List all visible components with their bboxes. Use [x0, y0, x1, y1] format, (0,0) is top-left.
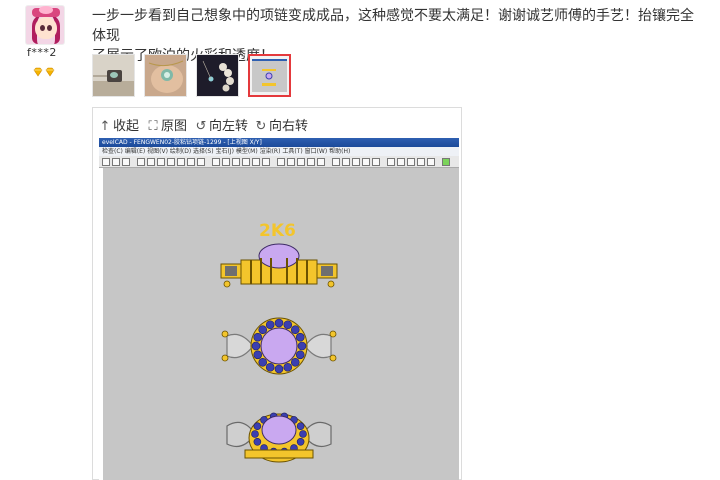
halo-stone	[295, 332, 305, 342]
cad-tool-icon	[212, 158, 220, 166]
thumbnail-image-1	[93, 55, 134, 96]
rotate-left-button[interactable]: ↺ 向左转	[195, 115, 248, 134]
cad-tool-icon	[427, 158, 435, 166]
cad-tool-icon	[262, 158, 270, 166]
cad-tool-icon	[387, 158, 395, 166]
cad-tool-icon	[157, 158, 165, 166]
viewer-toolbar: ↑ 收起 ⛶ 原图 ↺ 向左转 ↻ 向右转	[93, 108, 461, 136]
cad-tool-icon	[232, 158, 240, 166]
cad-tool-icon	[372, 158, 380, 166]
collapse-label: 收起	[113, 119, 140, 134]
cad-tool-icon	[417, 158, 425, 166]
cad-tool-icon	[332, 158, 340, 166]
diamond-level-icon	[45, 67, 55, 77]
cad-tool-icon	[297, 158, 305, 166]
thumbnail-image-2	[145, 55, 186, 96]
cad-tool-icon	[167, 158, 175, 166]
rotate-left-label: 向左转	[209, 119, 249, 134]
top-view-model	[221, 317, 337, 375]
collapse-button[interactable]: ↑ 收起	[99, 115, 139, 134]
review-page: f***2 一步一步看到自己想象中的项链变成成品，这种感觉不要太满足！谢谢诚艺师…	[0, 0, 720, 480]
cad-tool-icon	[112, 158, 120, 166]
cad-tool-icon	[102, 158, 110, 166]
review-thumbnail-1[interactable]	[92, 54, 135, 97]
halo-stone	[251, 430, 259, 438]
cad-tool-icon	[442, 158, 450, 166]
review-thumbnail-3[interactable]	[196, 54, 239, 97]
halo-stone	[295, 350, 305, 360]
perspective-view-model	[226, 412, 332, 463]
rotate-right-icon: ↻	[255, 119, 267, 134]
cad-tool-icon	[287, 158, 295, 166]
cad-tool-icon	[407, 158, 415, 166]
fullscreen-icon: ⛶	[148, 119, 158, 134]
halo-stone	[299, 430, 307, 438]
cad-tool-icon	[122, 158, 130, 166]
cad-tool-icon	[317, 158, 325, 166]
cad-toolbar	[99, 156, 459, 168]
rotate-right-button[interactable]: ↻ 向右转	[255, 115, 308, 134]
avatar-face	[35, 17, 57, 39]
diamond-level-icon	[33, 67, 43, 77]
halo-stone	[297, 341, 307, 351]
original-image-button[interactable]: ⛶ 原图	[147, 115, 187, 134]
halo-stone	[265, 320, 275, 330]
halo-stone	[258, 325, 268, 335]
cad-tool-icon	[277, 158, 285, 166]
avatar-eye-right	[47, 25, 52, 31]
thumbnail-image-4	[250, 56, 289, 95]
username[interactable]: f***2	[27, 46, 57, 59]
halo-stone	[290, 357, 300, 367]
halo-stone	[296, 438, 305, 446]
cad-tool-icon	[397, 158, 405, 166]
cad-viewport: 2K6	[99, 168, 459, 480]
cad-tool-icon	[352, 158, 360, 166]
review-thumbnail-2[interactable]	[144, 54, 187, 97]
halo-stone	[283, 362, 293, 372]
cad-tool-icon	[147, 158, 155, 166]
image-viewer: ↑ 收起 ⛶ 原图 ↺ 向左转 ↻ 向右转 eveICAD - FENGWEN02-胶粘…	[92, 107, 462, 480]
halo-stone	[283, 320, 293, 330]
halo-stone	[253, 350, 263, 360]
cad-tool-icon	[137, 158, 145, 166]
cad-tool-icon	[177, 158, 185, 166]
cad-tool-icon	[342, 158, 350, 166]
cad-tool-icon	[187, 158, 195, 166]
cad-left-border	[99, 168, 103, 480]
thumbnail-image-3	[197, 55, 238, 96]
review-thumbnail-4[interactable]	[248, 54, 291, 97]
halo-stone	[253, 332, 263, 342]
halo-stone	[251, 341, 261, 351]
rotate-right-label: 向右转	[269, 119, 309, 134]
rotate-left-icon: ↺	[195, 119, 207, 134]
cad-window-title: eveICAD - FENGWEN02-胶粘钻项链-1299 - [上视图 X/…	[99, 138, 459, 147]
cad-tool-icon	[252, 158, 260, 166]
metal-label: 2K6	[259, 221, 296, 241]
side-view-model	[220, 243, 338, 288]
avatar-eye-left	[40, 25, 45, 31]
original-image-label: 原图	[161, 119, 188, 134]
review-text-line-1: 一步一步看到自己想象中的项链变成成品，这种感觉不要太满足！谢谢诚艺师傅的手艺！抬…	[92, 8, 694, 44]
halo-stone	[258, 357, 268, 367]
cad-tool-icon	[242, 158, 250, 166]
necklace-model-render	[220, 243, 338, 463]
user-level-badges	[33, 62, 57, 81]
cad-menu-bar: 检查(C) 编辑(E) 视图(V) 绘制(D) 选择(S) 宝石(J) 模型(M…	[99, 147, 459, 156]
halo-stone	[296, 422, 305, 430]
cad-tool-icon	[362, 158, 370, 166]
halo-stone	[274, 364, 284, 374]
halo-stone	[253, 438, 262, 446]
collapse-arrow-icon: ↑	[99, 119, 111, 134]
halo-stone	[253, 422, 262, 430]
halo-stone	[290, 325, 300, 335]
cad-tool-icon	[197, 158, 205, 166]
avatar-bow	[39, 6, 53, 14]
user-avatar-icon[interactable]	[25, 5, 65, 45]
cad-tool-icon	[307, 158, 315, 166]
cad-tool-icon	[222, 158, 230, 166]
cad-screenshot-image[interactable]: eveICAD - FENGWEN02-胶粘钻项链-1299 - [上视图 X/…	[99, 138, 459, 480]
halo-stone	[265, 362, 275, 372]
halo-stone	[274, 318, 284, 328]
